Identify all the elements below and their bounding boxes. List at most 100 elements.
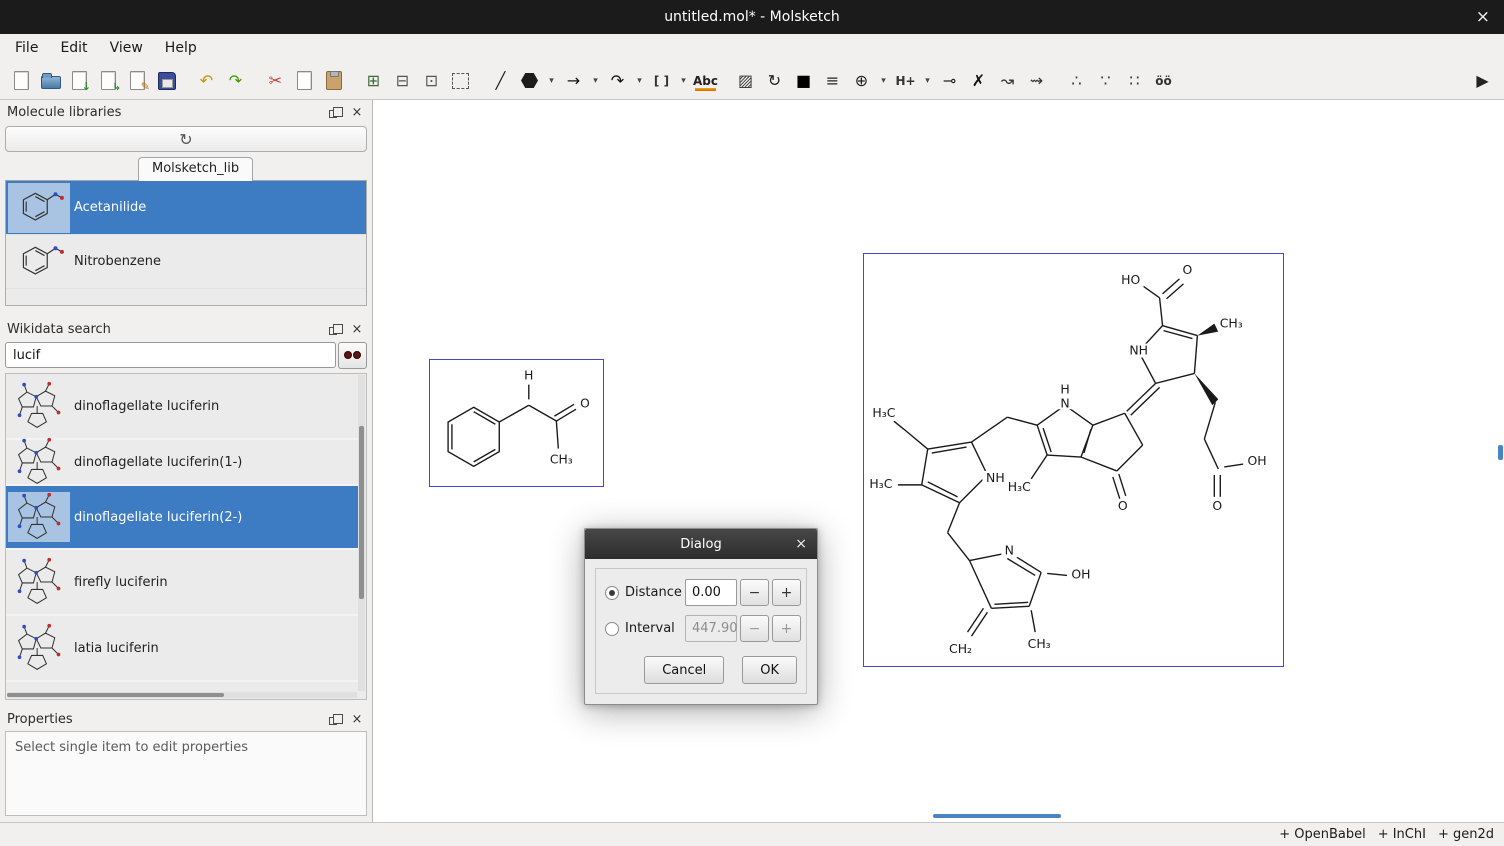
menu-bar: File Edit View Help — [0, 34, 1504, 62]
libraries-float-button[interactable] — [325, 104, 341, 120]
dock-splitter[interactable] — [0, 306, 372, 317]
spin-value-field[interactable]: 0.00 — [685, 579, 737, 606]
wikidata-result-label: dinoflagellate luciferin(1-) — [74, 455, 242, 470]
spin-value-field[interactable]: 447.90 — [685, 615, 737, 642]
rotate-tool-button[interactable]: ↻ — [761, 67, 788, 94]
toolbar-overflow-button[interactable]: ▶ — [1469, 67, 1496, 94]
wikidata-item-dinoflagellate-luciferin-2[interactable]: dinoflagellate luciferin(2-) — [6, 486, 358, 550]
wikidata-item-firefly-luciferin[interactable]: firefly luciferin — [6, 550, 358, 616]
canvas-horizontal-scrollbar[interactable] — [933, 814, 1061, 818]
acetanilide-molecule[interactable]: H O CH₃ — [429, 359, 604, 487]
arrow-tool-button[interactable]: → — [560, 67, 587, 94]
color-swatch-button[interactable]: ■ — [790, 67, 817, 94]
luciferin-molecule[interactable]: HO O NH CH₃ OH O H N H₃C O NH H₃C H₃C N — [863, 253, 1284, 667]
menu-help[interactable]: Help — [154, 37, 208, 59]
atom-label: N — [1060, 395, 1069, 410]
ring-tool-menu-button[interactable]: ▾ — [545, 67, 558, 94]
sidebar: Molecule libraries × ↻ Molsketch_lib — [0, 100, 373, 822]
wikidata-item-dinoflagellate-luciferin-1[interactable]: dinoflagellate luciferin(1-) — [6, 440, 358, 486]
charge-menu-button[interactable]: ▾ — [877, 67, 890, 94]
ring-tool-button[interactable] — [516, 67, 543, 94]
drawing-canvas[interactable]: H O CH₃ — [373, 100, 1504, 822]
bracket-tool-button[interactable]: [ ] — [648, 67, 675, 94]
dialog-radio[interactable] — [605, 622, 619, 636]
curved-arrow-menu-button[interactable]: ▾ — [633, 67, 646, 94]
spin-decrement-button[interactable]: − — [740, 615, 769, 642]
copy-button[interactable] — [291, 67, 318, 94]
tab-molsketch-lib[interactable]: Molsketch_lib — [138, 157, 253, 181]
arrow-tool-menu-button[interactable]: ▾ — [589, 67, 602, 94]
scrollbar-handle[interactable] — [7, 693, 224, 697]
curved-arrow-tool-button[interactable]: ↷ — [604, 67, 631, 94]
line-width-button[interactable]: ≡ — [819, 67, 846, 94]
save-download-button[interactable] — [66, 67, 93, 94]
lone-pair-angle-button[interactable]: öö — [1150, 67, 1177, 94]
properties-close-button[interactable]: × — [349, 711, 365, 727]
dialog-close-button[interactable]: × — [795, 529, 807, 559]
select-region-button[interactable] — [447, 67, 474, 94]
bracket-menu-button[interactable]: ▾ — [677, 67, 690, 94]
library-refresh-button[interactable]: ↻ — [5, 126, 367, 152]
scrollbar-handle[interactable] — [359, 426, 364, 600]
menu-view[interactable]: View — [99, 37, 154, 59]
wikidata-float-button[interactable] — [325, 321, 341, 337]
remove-item-button[interactable]: ⊟ — [389, 67, 416, 94]
mechanism-arrow-alt-button[interactable]: ⇝ — [1023, 67, 1050, 94]
save-as-button[interactable] — [95, 67, 122, 94]
menu-edit[interactable]: Edit — [49, 37, 98, 59]
save-file-button[interactable] — [153, 67, 180, 94]
wikidata-search-input[interactable] — [5, 342, 336, 368]
new-document-button[interactable] — [8, 67, 35, 94]
spin-decrement-button[interactable]: − — [740, 579, 769, 606]
paste-button[interactable] — [320, 67, 347, 94]
mechanism-arrow-button[interactable]: ↝ — [994, 67, 1021, 94]
menu-file[interactable]: File — [4, 37, 49, 59]
radical-electron-button[interactable]: ∵ — [1092, 67, 1119, 94]
window-close-button[interactable]: × — [1476, 0, 1490, 34]
lone-pair-button[interactable]: ∴ — [1063, 67, 1090, 94]
luciferin-drawing: HO O NH CH₃ OH O H N H₃C O NH H₃C H₃C N — [864, 254, 1283, 666]
wikidata-dock-title: Wikidata search — [7, 322, 317, 337]
wikidata-item-dinoflagellate-luciferin[interactable]: dinoflagellate luciferin — [6, 374, 358, 440]
canvas-vertical-scrollbar[interactable] — [1498, 445, 1503, 460]
molecule-thumbnail — [8, 237, 70, 287]
redo-button[interactable]: ↷ — [222, 67, 249, 94]
hydrogen-menu-button[interactable]: ▾ — [921, 67, 934, 94]
wikidata-vertical-scrollbar[interactable] — [358, 375, 365, 691]
item-settings-button[interactable]: ⊡ — [418, 67, 445, 94]
charge-tool-button[interactable]: ⊕ — [848, 67, 875, 94]
dialog-title-bar[interactable]: Dialog × — [585, 529, 817, 559]
dialog-button-row: Cancel OK — [605, 651, 797, 684]
properties-float-button[interactable] — [325, 711, 341, 727]
atom-label: HO — [1121, 272, 1140, 287]
delete-tool-button[interactable]: ✗ — [965, 67, 992, 94]
atom-label: H₃C — [1008, 479, 1031, 494]
cancel-button[interactable]: Cancel — [644, 656, 724, 684]
libraries-dock-header: Molecule libraries × — [0, 100, 372, 124]
wikidata-item-latia-luciferin[interactable]: latia luciferin — [6, 616, 358, 682]
export-document-button[interactable] — [124, 67, 151, 94]
bond-length-button[interactable]: ⊸ — [936, 67, 963, 94]
open-file-button[interactable] — [37, 67, 64, 94]
cut-button[interactable]: ✂ — [262, 67, 289, 94]
ok-button[interactable]: OK — [742, 656, 797, 684]
add-item-button[interactable]: ⊞ — [360, 67, 387, 94]
undo-button[interactable]: ↶ — [193, 67, 220, 94]
electron-pair-button[interactable]: ∷ — [1121, 67, 1148, 94]
library-item-nitrobenzene[interactable]: Nitrobenzene — [6, 235, 366, 289]
libraries-close-button[interactable]: × — [349, 104, 365, 120]
wikidata-search-button[interactable] — [338, 342, 367, 369]
draw-bond-button[interactable]: ╱ — [487, 67, 514, 94]
dialog-radio[interactable] — [605, 586, 619, 600]
dock-splitter[interactable] — [0, 700, 372, 707]
spin-increment-button[interactable]: + — [772, 615, 801, 642]
properties-dock-title: Properties — [7, 712, 317, 727]
text-tool-button[interactable]: Abc — [692, 67, 719, 94]
wikidata-close-button[interactable]: × — [349, 321, 365, 337]
atom-label: O — [1118, 498, 1128, 513]
hydrogen-tool-button[interactable]: H+ — [892, 67, 919, 94]
wikidata-horizontal-scrollbar[interactable] — [7, 692, 357, 698]
library-item-acetanilide[interactable]: Acetanilide — [6, 181, 366, 235]
hatch-pattern-button[interactable]: ▨ — [732, 67, 759, 94]
spin-increment-button[interactable]: + — [772, 579, 801, 606]
